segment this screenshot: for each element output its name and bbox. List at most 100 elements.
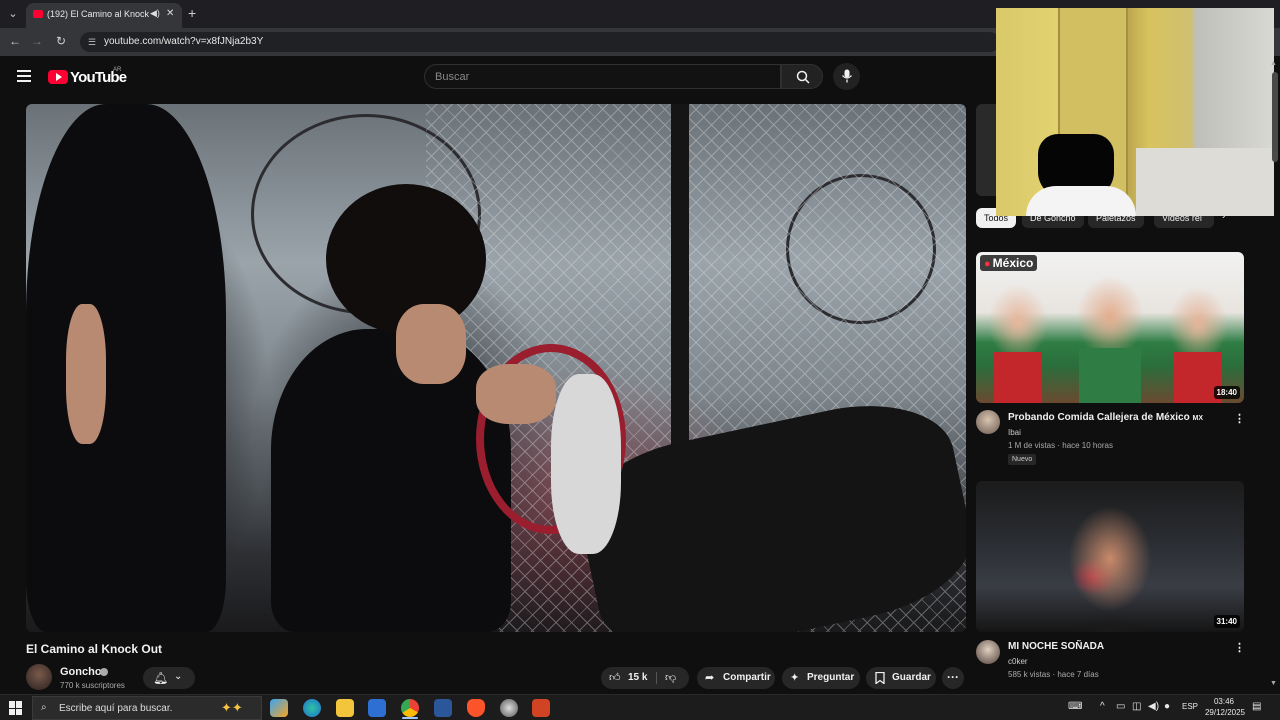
arm-graphic [66,304,106,444]
person-left-graphic [26,104,226,632]
microphone-icon [842,69,852,83]
face-graphic [396,304,466,384]
thumbs-up-icon[interactable]: 👍︎ [609,671,621,684]
video-player[interactable] [26,104,966,632]
search-button[interactable] [781,64,823,89]
file-explorer-icon[interactable] [336,699,354,717]
speaker-icon[interactable]: ◀) [150,8,160,19]
volume-icon[interactable]: ◀) [1148,701,1159,712]
webcam-overlay [996,8,1274,216]
webcam-floor-graphic [1136,148,1274,216]
channel-subscribers: 770 k suscriptores [60,681,125,690]
verified-icon [100,668,108,676]
tab-list-chevron-icon[interactable]: ⌄ [4,5,22,23]
youtube-favicon-icon [33,10,43,18]
thumbnail-graphic [994,352,1042,403]
recommendation-meta: 585 k vistas · hace 7 días [1008,670,1099,679]
recommendation-thumbnail[interactable]: ● México 18:40 [976,252,1244,403]
windows-taskbar: ⌕ Escribe aquí para buscar. ✦✦ ⌨ ^ ▭ ◫ ◀… [0,694,1280,720]
more-actions-button[interactable]: ··· [942,667,964,689]
powerpoint-icon[interactable] [532,699,550,717]
share-label: Compartir [723,672,771,683]
person-center-graphic [271,329,511,632]
mail-icon[interactable] [368,699,386,717]
language-indicator[interactable]: ESP [1182,702,1198,711]
location-label: México [992,256,1034,270]
recommendation-channel[interactable]: Ibai [1008,428,1021,437]
webcam-person-graphic [1026,186,1136,216]
chrome-icon[interactable] [401,699,419,717]
word-icon[interactable] [434,699,452,717]
location-badge: ● México [980,255,1038,271]
clock-date[interactable]: 29/12/2025 [1200,708,1250,717]
obs-icon[interactable] [500,699,518,717]
forward-arrow-icon[interactable]: → [29,34,45,48]
recommendation-thumbnail[interactable]: 31:40 [976,481,1244,632]
divider [656,672,657,684]
sparkle-icon: ✦ [790,672,800,684]
taskbar-search-input[interactable]: ⌕ Escribe aquí para buscar. ✦✦ [32,696,262,720]
voice-search-button[interactable] [833,63,860,90]
hamburger-menu-icon[interactable] [17,70,31,82]
recommendation-title[interactable]: MI NOCHE SOÑADA [1008,641,1104,652]
edge-icon[interactable] [303,699,321,717]
brave-icon[interactable] [467,699,485,717]
save-button[interactable]: Guardar [866,667,936,689]
ask-button[interactable]: ✦ Preguntar [782,667,860,689]
microphone-icon[interactable]: ● [1164,701,1170,712]
save-label: Guardar [892,672,931,683]
clock-time[interactable]: 03:46 [1212,697,1236,706]
channel-avatar[interactable] [976,410,1000,434]
notifications-icon[interactable]: ▤ [1252,701,1261,712]
kebab-menu-icon[interactable]: ⋮ [1234,412,1245,425]
channel-name[interactable]: Goncho [60,666,102,678]
back-arrow-icon[interactable]: ← [7,34,23,48]
windows-start-icon[interactable] [9,701,23,715]
recommendation-channel[interactable]: c0ker [1008,657,1028,666]
subscription-notifications-button[interactable]: 🔔︎ ⌄ [143,667,195,689]
search-placeholder: Buscar [435,71,470,83]
display-icon[interactable]: ◫ [1132,701,1141,712]
share-arrow-icon: ➦ [705,672,715,684]
reload-icon[interactable]: ↻ [53,34,69,48]
scroll-up-arrow-icon[interactable]: ▲ [1270,60,1277,67]
white-pad-graphic [551,374,621,554]
show-hidden-icons-icon[interactable]: ^ [1100,701,1105,712]
thumbnail-graphic [1079,348,1141,403]
youtube-play-logo-icon [48,70,68,84]
new-tab-button[interactable]: + [188,5,196,21]
thumbs-down-icon[interactable]: 👎︎ [665,671,676,684]
search-input[interactable]: Buscar [424,64,781,89]
tab-close-icon[interactable]: ✕ [166,8,174,19]
copilot-icon[interactable] [270,699,288,717]
hands-graphic [476,364,556,424]
network-icon[interactable]: ▭ [1116,701,1125,712]
search-highlight-icon: ✦✦ [221,700,243,715]
kebab-menu-icon[interactable]: ⋮ [1234,641,1245,654]
site-info-icon[interactable]: ☰ [88,37,98,47]
partially-hidden-card[interactable] [976,104,996,196]
scroll-down-arrow-icon[interactable]: ▼ [1270,680,1277,687]
video-title: El Camino al Knock Out [26,642,163,656]
tab-title: (192) El Camino al Knock Ou [47,9,151,19]
channel-avatar[interactable] [26,664,52,690]
title-suffix: MX [1192,415,1204,422]
active-app-indicator [402,717,418,719]
bell-icon: 🔔︎ [153,671,169,685]
browser-tab-active[interactable]: (192) El Camino al Knock Ou ◀) ✕ [26,3,182,28]
location-pin-icon: ● [984,258,991,270]
bookmark-icon [875,672,885,684]
country-code: AR [113,67,122,73]
video-duration: 31:40 [1213,615,1240,628]
like-count[interactable]: 15 k [628,672,647,683]
share-button[interactable]: ➦ Compartir [697,667,775,689]
url-field[interactable]: ☰ youtube.com/watch?v=x8fJNja2b3Y [80,32,1000,52]
channel-avatar[interactable] [976,640,1000,664]
video-duration: 18:40 [1213,386,1240,399]
scrollbar-thumb[interactable] [1272,72,1278,162]
keyboard-icon[interactable]: ⌨ [1068,701,1082,712]
recommendation-meta: 1 M de vistas · hace 10 horas [1008,441,1113,450]
recommendation-title[interactable]: Probando Comida Callejera de México MX [1008,412,1203,423]
url-text[interactable]: youtube.com/watch?v=x8fJNja2b3Y [104,36,263,47]
ask-label: Preguntar [807,672,855,683]
